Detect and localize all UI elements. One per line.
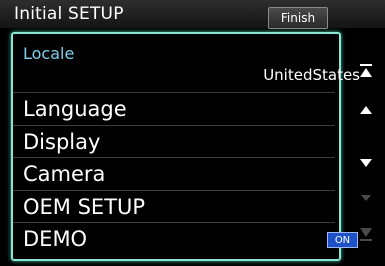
list-item-label: Language — [23, 97, 127, 121]
locale-label: Locale — [23, 44, 75, 63]
scroll-top-icon[interactable] — [358, 63, 374, 79]
list-item-language[interactable]: Language — [13, 93, 372, 125]
title-bar: Initial SETUP Finish — [0, 0, 385, 29]
list-item-camera[interactable]: Camera — [13, 158, 372, 190]
finish-button[interactable]: Finish — [268, 7, 328, 29]
list-item-label: DEMO — [23, 227, 88, 251]
list-item-demo[interactable]: DEMO ON — [13, 223, 372, 255]
scroll-page-down-icon[interactable] — [358, 190, 374, 206]
scroll-up-icon[interactable] — [358, 102, 374, 118]
scroll-controls — [348, 55, 384, 255]
page-title: Initial SETUP — [14, 4, 124, 24]
list-item-display[interactable]: Display — [13, 126, 372, 158]
list-item-label: Camera — [23, 162, 106, 186]
list-item-label: Display — [23, 130, 101, 154]
list-item-oem-setup[interactable]: OEM SETUP — [13, 191, 372, 223]
scroll-bottom-icon[interactable] — [358, 226, 374, 242]
list-item-label: OEM SETUP — [23, 195, 146, 219]
locale-value: UnitedStates — [263, 66, 360, 84]
list-item-locale[interactable]: Locale UnitedStates — [13, 44, 372, 92]
scroll-down-icon[interactable] — [358, 155, 374, 171]
